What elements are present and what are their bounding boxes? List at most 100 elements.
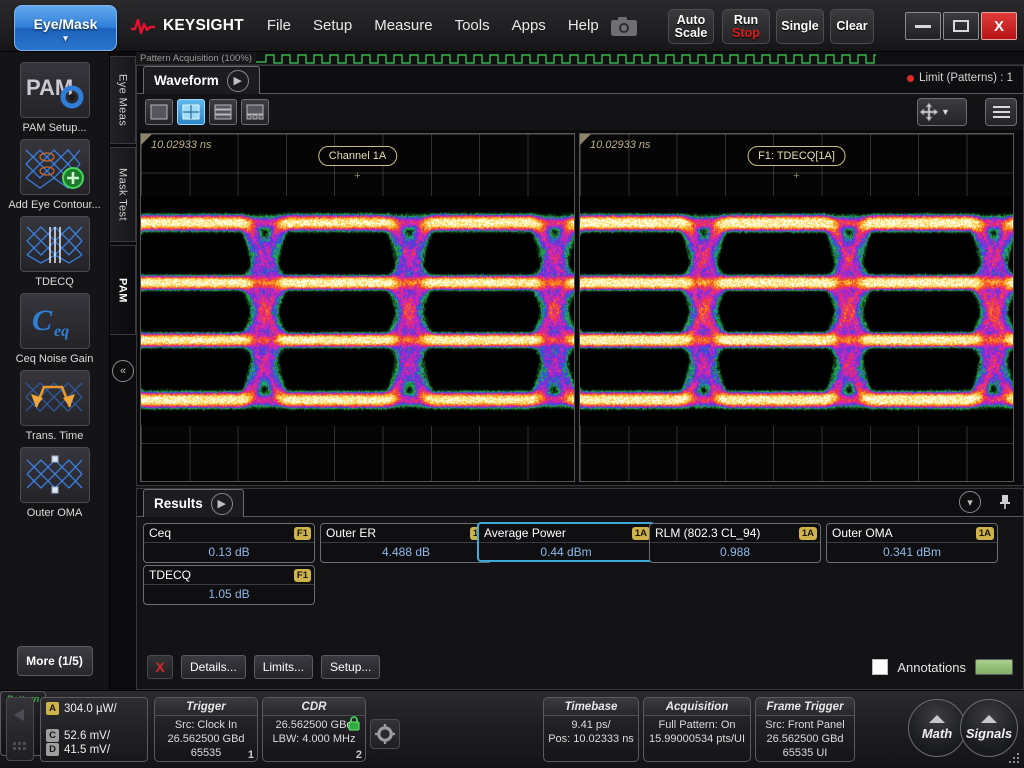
menu-file[interactable]: File [256, 11, 302, 40]
tab-results[interactable]: Results ▶ [143, 489, 244, 517]
outer-oma-icon [20, 447, 90, 503]
results-panel: Results ▶ ▾ Ceq F1 0.13 dB [136, 488, 1024, 690]
clear-button[interactable]: Clear [830, 9, 874, 44]
play-icon[interactable]: ▶ [227, 70, 249, 92]
cdr-status-box[interactable]: CDR 26.562500 GBd LBW: 4.000 MHz 2 [262, 697, 366, 762]
center-crosshair-icon: + [354, 170, 360, 182]
window-minimize-button[interactable] [905, 12, 941, 40]
single-button[interactable]: Single [776, 9, 824, 44]
sidebar-item-pam-setup[interactable]: PAM PAM Setup... [5, 62, 105, 135]
measurement-card-rlm[interactable]: RLM (802.3 CL_94) 1A 0.988 [649, 523, 821, 563]
measurement-cards-area: Ceq F1 0.13 dB Outer ER 1A 4.488 dB Aver… [137, 517, 1023, 647]
screenshot-button[interactable] [604, 10, 644, 42]
run-stop-button[interactable]: Run Stop [722, 9, 770, 44]
chevron-up-icon [929, 715, 945, 723]
details-button[interactable]: Details... [181, 655, 246, 679]
pan-mode-button[interactable]: ▼ [917, 98, 967, 126]
delete-measurement-button[interactable]: X [147, 655, 173, 679]
single-label: Single [781, 20, 819, 33]
measurement-value: 0.988 [650, 543, 820, 559]
frame-trigger-body: Src: Front Panel 26.562500 GBd 65535 UI [756, 716, 854, 760]
chevron-up-icon [981, 715, 997, 723]
chevron-down-icon[interactable]: ▼ [941, 107, 950, 117]
measurement-header: TDECQ F1 [144, 566, 314, 585]
status-nav-left-button[interactable] [6, 697, 34, 761]
sidebar-tab-mask-test[interactable]: Mask Test [110, 147, 136, 242]
menu-tools[interactable]: Tools [444, 11, 501, 40]
trigger-status-box[interactable]: Trigger Src: Clock In 26.562500 GBd 6553… [154, 697, 258, 762]
measurement-value: 4.488 dB [321, 543, 491, 559]
waveform-menu-button[interactable] [985, 98, 1017, 126]
waveform-grid-area: 10.02933 ns Channel 1A + 10.02933 ns F1:… [137, 130, 1023, 485]
timebase-line-1: 9.41 ps/ [544, 718, 638, 732]
window-close-button[interactable]: X [981, 12, 1017, 40]
sidebar-item-outer-oma[interactable]: Outer OMA [5, 447, 105, 520]
measurement-card-ceq[interactable]: Ceq F1 0.13 dB [143, 523, 315, 563]
layout-mixed-button[interactable] [241, 99, 269, 125]
menu-setup[interactable]: Setup [302, 11, 363, 40]
sidebar-collapse-button[interactable]: « [110, 355, 136, 387]
minimize-icon [915, 25, 931, 28]
measurement-name: Average Power [484, 526, 566, 540]
sidebar-more-button[interactable]: More (1/5) [17, 646, 93, 676]
resize-grip-icon[interactable] [1007, 751, 1021, 765]
eye-mask-mode-button[interactable]: Eye/Mask ▾ [14, 5, 117, 51]
sidebar-item-ceq-noise-gain[interactable]: C eq Ceq Noise Gain [5, 293, 105, 366]
annotation-color-swatch[interactable] [975, 659, 1013, 675]
oscilloscope-app: Eye/Mask ▾ KEYSIGHT File Setup Measure T… [0, 0, 1024, 768]
menu-measure[interactable]: Measure [363, 11, 443, 40]
camera-icon [610, 16, 638, 37]
menu-apps[interactable]: Apps [501, 11, 557, 40]
layout-quad-button[interactable] [177, 99, 205, 125]
add-eye-contour-icon [20, 139, 90, 195]
sidebar-item-label: PAM Setup... [7, 122, 103, 135]
play-icon[interactable]: ▶ [211, 493, 233, 515]
cdr-body: 26.562500 GBd LBW: 4.000 MHz [263, 716, 365, 746]
frame-trigger-line-1: Src: Front Panel [756, 718, 854, 732]
eye-diagram-pane-channel-1a[interactable]: 10.02933 ns Channel 1A + [140, 133, 575, 482]
sidebar-tab-eye-meas[interactable]: Eye Meas [110, 56, 136, 144]
sidebar-item-label: Trans. Time [7, 430, 103, 443]
limits-button[interactable]: Limits... [254, 655, 313, 679]
eye-diagram-pane-tdecq[interactable]: 10.02933 ns F1: TDECQ[1A] + [579, 133, 1014, 482]
timebase-status-box[interactable]: Timebase 9.41 ps/ Pos: 10.02333 ns [543, 697, 639, 762]
channel-value: 41.5 mV/ [64, 744, 110, 756]
acquisition-status-box[interactable]: Acquisition Full Pattern: On 15.99000534… [643, 697, 751, 762]
channel-values-box[interactable]: A 304.0 µW/ C 52.6 mV/ D 41.5 mV/ [40, 697, 148, 762]
sidebar-item-add-eye-contour[interactable]: Add Eye Contour... [5, 139, 105, 212]
measurement-card-tdecq[interactable]: TDECQ F1 1.05 dB [143, 565, 315, 605]
math-knob-button[interactable]: Math [908, 699, 966, 757]
signals-knob-button[interactable]: Signals [960, 699, 1018, 757]
sidebar-tab-pam[interactable]: PAM [110, 245, 136, 335]
signals-knob-label: Signals [966, 726, 1012, 741]
layout-stacked-button[interactable] [209, 99, 237, 125]
results-pin-button[interactable] [999, 494, 1011, 513]
annotations-checkbox[interactable] [872, 659, 888, 675]
pane-source-badge[interactable]: F1: TDECQ[1A] [747, 146, 846, 166]
tab-waveform[interactable]: Waveform ▶ [143, 66, 260, 94]
results-tab-row: Results ▶ ▾ [137, 489, 1023, 517]
status-settings-button[interactable] [370, 719, 400, 749]
menu-help[interactable]: Help [557, 11, 610, 40]
hamburger-icon [993, 106, 1010, 108]
measurement-name: TDECQ [149, 568, 191, 582]
sidebar-item-transition-time[interactable]: Trans. Time [5, 370, 105, 443]
sidebar-item-tdecq[interactable]: TDECQ [5, 216, 105, 289]
auto-scale-button[interactable]: Auto Scale [668, 9, 714, 44]
measurement-card-average-power[interactable]: Average Power 1A 0.44 dBm [477, 522, 655, 562]
measurement-card-outer-er[interactable]: Outer ER 1A 4.488 dB [320, 523, 492, 563]
measurement-card-outer-oma[interactable]: Outer OMA 1A 0.341 dBm [826, 523, 998, 563]
setup-button[interactable]: Setup... [321, 655, 380, 679]
bottom-status-bar: A 304.0 µW/ C 52.6 mV/ D 41.5 mV/ Trigge… [0, 690, 1024, 768]
pane-source-badge[interactable]: Channel 1A [318, 146, 398, 166]
frame-trigger-line-2: 26.562500 GBd [756, 732, 854, 746]
results-collapse-button[interactable]: ▾ [959, 491, 981, 513]
eye-mask-label: Eye/Mask [34, 16, 98, 32]
window-maximize-button[interactable] [943, 12, 979, 40]
run-label: Run [734, 14, 758, 27]
details-label: Details... [190, 660, 237, 674]
layout-single-button[interactable] [145, 99, 173, 125]
frame-trigger-title: Frame Trigger [756, 698, 854, 716]
frame-trigger-status-box[interactable]: Frame Trigger Src: Front Panel 26.562500… [755, 697, 855, 762]
results-footer: X Details... Limits... Setup... Annotati… [137, 645, 1023, 689]
